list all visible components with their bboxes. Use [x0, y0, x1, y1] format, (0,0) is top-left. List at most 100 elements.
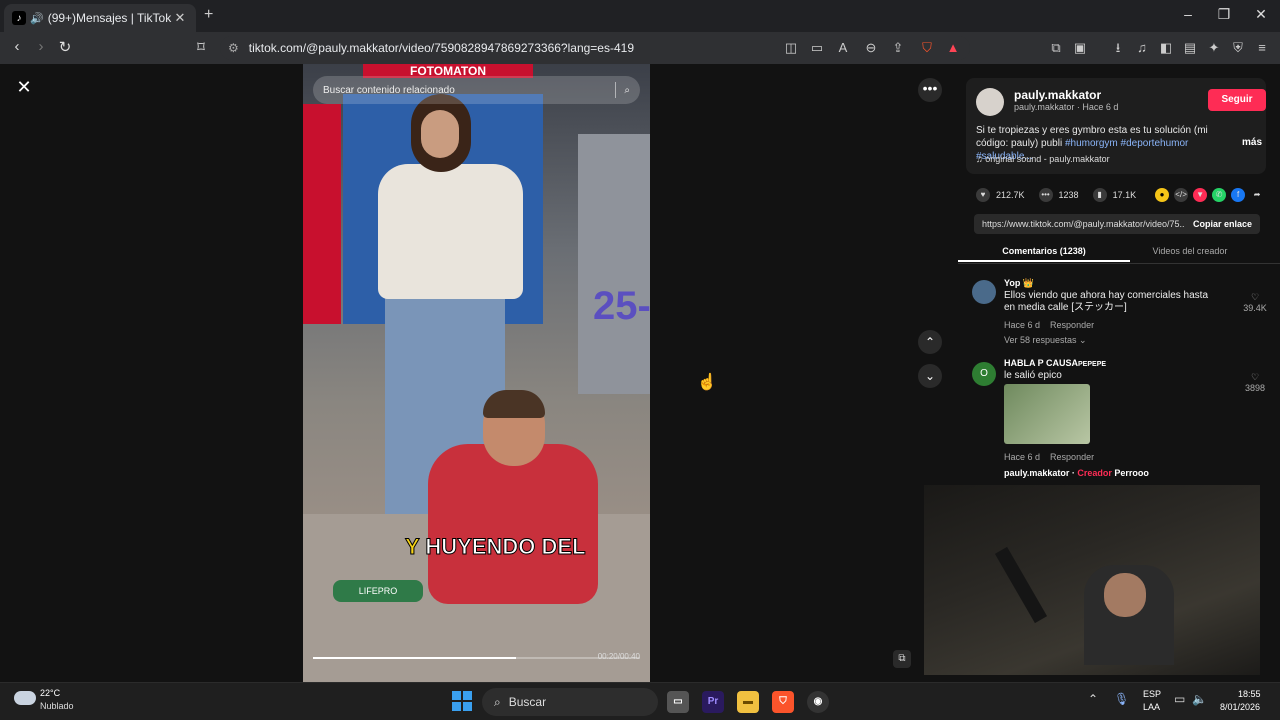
tray-overflow-icon[interactable]: ⌃	[1088, 692, 1098, 706]
related-search-input[interactable]: Buscar contenido relacionado ⌕	[313, 76, 640, 104]
media-icon[interactable]: ♫	[1133, 40, 1151, 58]
obs-icon[interactable]: ◉	[807, 691, 829, 713]
comment-like-button[interactable]: ♡ 3898	[1240, 372, 1270, 393]
leo-ai-icon[interactable]: ✦	[1205, 40, 1223, 58]
site-settings-icon[interactable]: ⚙	[228, 41, 239, 55]
tab-close-icon[interactable]: ✕	[172, 10, 188, 26]
network-icon[interactable]: ▭	[1174, 692, 1185, 706]
tab-search-icon[interactable]: ▣	[1071, 40, 1089, 58]
view-replies-button[interactable]: Ver 58 respuestas ⌄	[1004, 335, 1087, 346]
menu-icon[interactable]: ≡	[1253, 40, 1271, 58]
author-avatar[interactable]	[976, 88, 1004, 116]
microphone-icon[interactable]: 🎙	[1114, 692, 1129, 706]
search-icon[interactable]: ⌕	[624, 85, 630, 96]
picture-in-picture-icon[interactable]: ⧉	[893, 650, 911, 668]
save-button[interactable]: ▮ 17.1K	[1092, 188, 1136, 202]
taskbar-search-label: Buscar	[508, 695, 547, 709]
share-link-url[interactable]: https://www.tiktok.com/@pauly.makkator/v…	[982, 219, 1185, 229]
zoom-icon[interactable]: ⊖	[862, 40, 880, 58]
hand-cursor-icon: ☝	[697, 374, 717, 391]
graffiti-text: 25-	[593, 284, 650, 328]
weather-temperature[interactable]: 22°C	[40, 688, 60, 698]
comment-username[interactable]: HABLA P CAUSAPEPEPE	[1004, 358, 1106, 368]
speaker-icon[interactable]: 🔊	[30, 12, 44, 25]
video-progress-fill	[313, 657, 516, 659]
comment-time: Hace 6 d	[1004, 320, 1041, 330]
windows-taskbar: 22°C Nublado ⌕ Buscar ▭ Pr ▬ ⛉ ◉ ⌃ 🎙 ESP …	[0, 682, 1280, 720]
water-bottle: LIFEPRO	[333, 580, 423, 602]
tab-comments[interactable]: Comentarios (1238)	[958, 246, 1130, 262]
bookmark-icon[interactable]: ⌑	[191, 38, 211, 56]
video-timestamp: 00:20/00:40	[597, 652, 640, 661]
vpn-icon[interactable]: ⛨	[1229, 40, 1247, 58]
new-tab-button[interactable]: +	[204, 6, 213, 24]
minimize-icon[interactable]: –	[1178, 6, 1198, 22]
like-count: 212.7K	[996, 190, 1025, 200]
comment-button[interactable]: ••• 1238	[1038, 188, 1079, 202]
reply-button[interactable]: Responder	[1050, 320, 1094, 330]
premiere-pro-icon[interactable]: Pr	[702, 691, 724, 713]
sidebar-icon[interactable]: ◧	[1157, 40, 1175, 58]
cast-icon[interactable]: ▭	[808, 40, 826, 58]
author-name[interactable]: pauly.makkator	[1014, 88, 1101, 102]
comment-like-button[interactable]: ♡ 39.4K	[1240, 292, 1270, 313]
music-note-icon: ♫	[976, 154, 986, 164]
reply-username[interactable]: pauly.makkator	[1004, 468, 1069, 478]
next-video-icon[interactable]: ⌄	[918, 364, 942, 388]
brave-browser-icon[interactable]: ⛉	[772, 691, 794, 713]
windows-start-icon[interactable]	[452, 691, 472, 711]
commenter-avatar[interactable]: O	[972, 362, 996, 386]
keyboard-layout[interactable]: LAA	[1143, 702, 1160, 712]
brave-shields-icon[interactable]: ⛉	[918, 40, 936, 58]
commenter-avatar[interactable]	[972, 280, 996, 304]
download-icon[interactable]: ⭳	[1109, 40, 1127, 58]
like-button[interactable]: ♥ 212.7K	[976, 188, 1025, 202]
whatsapp-icon[interactable]: ✆	[1212, 188, 1227, 202]
video-player[interactable]: FOTOMATON 25- LIFEPRO Buscar contenido r…	[303, 64, 650, 682]
volume-icon[interactable]: 🔈	[1192, 692, 1207, 706]
back-icon[interactable]: ‹	[7, 38, 27, 55]
repost-icon[interactable]: ▼	[1193, 188, 1208, 202]
task-view-icon[interactable]: ▭	[667, 691, 689, 713]
brave-rewards-icon[interactable]: ▲	[944, 40, 962, 58]
facebook-icon[interactable]: f	[1231, 188, 1246, 202]
embed-icon[interactable]: </>	[1174, 188, 1189, 202]
reply-button[interactable]: Responder	[1050, 452, 1094, 462]
close-video-icon[interactable]: ✕	[12, 76, 36, 100]
reload-icon[interactable]: ↻	[55, 38, 75, 56]
man-hair	[483, 390, 545, 418]
window-close-icon[interactable]: ✕	[1251, 6, 1271, 23]
woman-face	[421, 110, 459, 158]
address-bar[interactable]: ⚙ tiktok.com/@pauly.makkator/video/75908…	[220, 36, 970, 60]
forward-icon[interactable]: ›	[31, 38, 51, 55]
comment-username[interactable]: Yop 👑	[1004, 278, 1034, 289]
share-icon[interactable]: ⇪	[889, 40, 907, 58]
weather-description[interactable]: Nublado	[40, 701, 74, 711]
sound-link[interactable]: ♫ original sound - pauly.makkator	[976, 154, 1110, 164]
taskbar-search[interactable]: ⌕ Buscar	[482, 688, 658, 716]
maximize-icon[interactable]: ❐	[1214, 6, 1234, 23]
wallet-icon[interactable]: ▤	[1181, 40, 1199, 58]
previous-video-icon[interactable]: ⌃	[918, 330, 942, 354]
coin-share-icon[interactable]: ●	[1155, 188, 1170, 202]
tiktok-favicon-icon: ♪	[12, 11, 26, 25]
browser-tab-tiktok[interactable]: ♪ 🔊 (99+)Mensajes | TikTok ✕	[4, 4, 196, 32]
video-progress-bar[interactable]	[313, 657, 640, 659]
tab-creator-videos[interactable]: Videos del creador	[1130, 246, 1250, 256]
heart-icon: ♥	[976, 188, 990, 202]
copy-link-button[interactable]: Copiar enlace	[1185, 219, 1260, 229]
translate-icon[interactable]: A	[834, 40, 852, 58]
tab-title: (99+)Mensajes | TikTok	[47, 11, 172, 25]
more-description-button[interactable]: más	[1242, 137, 1262, 148]
file-explorer-icon[interactable]: ▬	[737, 691, 759, 713]
follow-button[interactable]: Seguir	[1208, 89, 1266, 111]
extensions-icon[interactable]: ⧉	[1047, 40, 1065, 58]
cloud-icon[interactable]	[14, 691, 36, 705]
details-panel: pauly.makkator pauly.makkator · Hace 6 d…	[958, 64, 1280, 484]
language-code[interactable]: ESP	[1143, 689, 1161, 699]
clock-time[interactable]: 18:55	[1238, 689, 1261, 699]
reader-mode-icon[interactable]: ◫	[782, 40, 800, 58]
clock-date[interactable]: 8/01/2026	[1220, 702, 1260, 712]
share-arrow-icon[interactable]: ➦	[1250, 188, 1264, 202]
more-options-icon[interactable]: •••	[918, 78, 942, 102]
